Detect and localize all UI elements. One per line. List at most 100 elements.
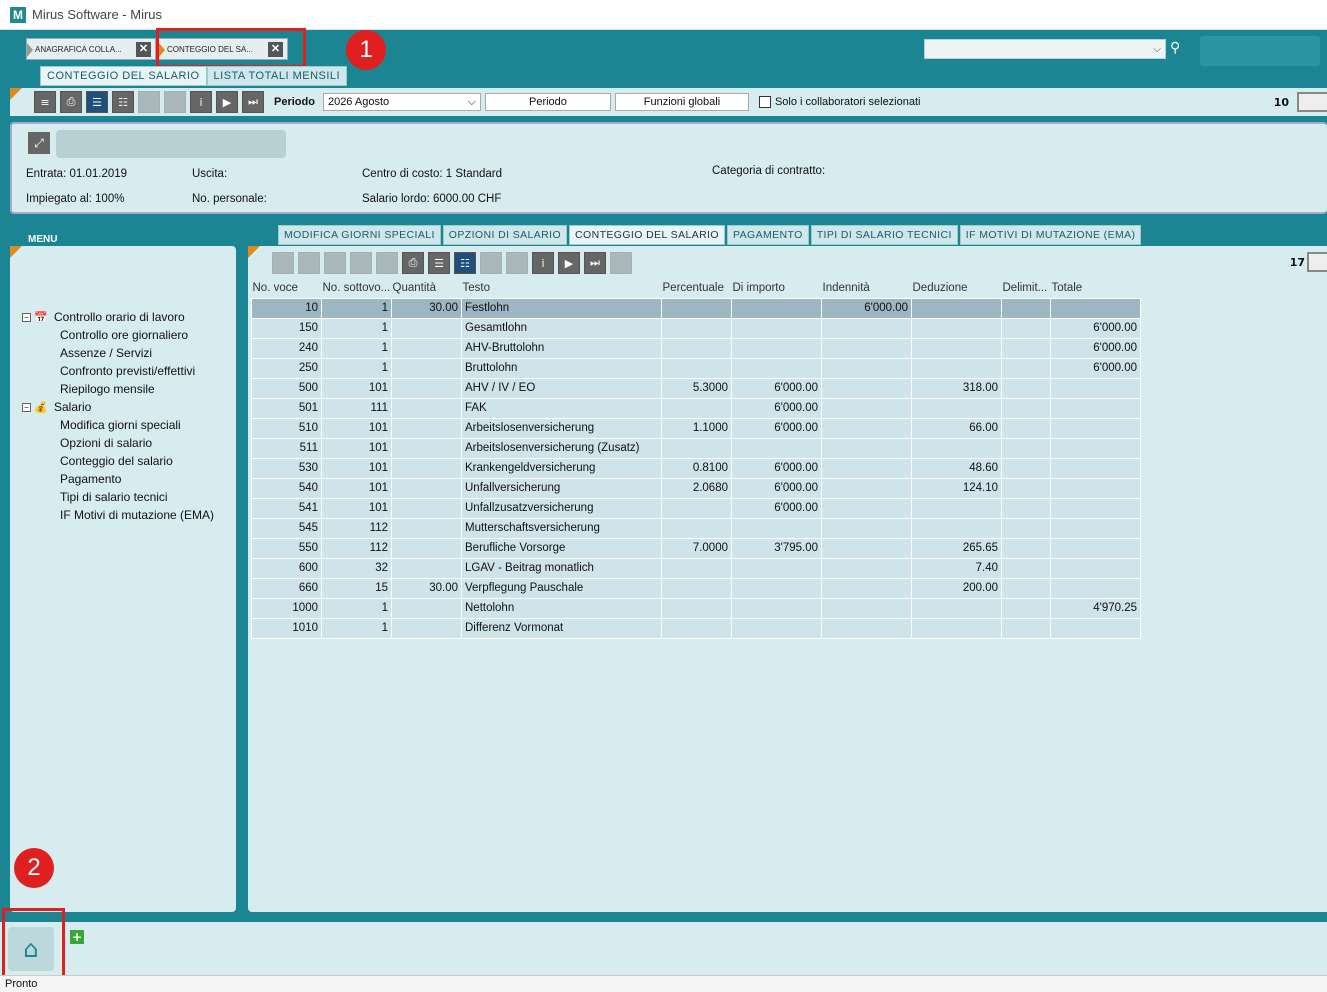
collapse-icon[interactable]: − bbox=[22, 402, 31, 412]
search-combobox[interactable]: ⌵ bbox=[924, 39, 1166, 59]
table-row[interactable]: 545 112 Mutterschaftsversicherung bbox=[251, 517, 1141, 539]
table-row[interactable]: 1010 1 Differenz Vormonat bbox=[251, 617, 1141, 639]
previous-record-icon[interactable] bbox=[164, 91, 186, 113]
export-icon[interactable] bbox=[610, 252, 632, 274]
column-header[interactable]: No. voce bbox=[252, 278, 322, 298]
next-record-icon[interactable]: ▶ bbox=[216, 91, 238, 113]
tree-group-controllo-orario[interactable]: − 📅 Controllo orario di lavoro bbox=[22, 308, 214, 326]
table-cell bbox=[1001, 477, 1051, 499]
table-cell bbox=[1001, 577, 1051, 599]
new-record-icon[interactable] bbox=[272, 252, 294, 274]
table-row[interactable]: 550 112 Berufliche Vorsorge 7.0000 3'795.00 2… bbox=[251, 537, 1141, 559]
tab-lista-totali-mensili[interactable]: LISTA TOTALI MENSILI bbox=[206, 66, 348, 86]
copy-record-icon[interactable] bbox=[298, 252, 320, 274]
tree-item-confronto[interactable]: Confronto previsti/effettivi bbox=[22, 362, 214, 380]
column-header[interactable]: Deduzione bbox=[912, 278, 1002, 298]
last-record-icon[interactable]: ⏭ bbox=[584, 252, 606, 274]
tree-item-if-motivi[interactable]: IF Motivi di mutazione (EMA) bbox=[22, 506, 214, 524]
table-row[interactable]: 10 1 30.00 Festlohn 6'000.00 bbox=[251, 297, 1141, 319]
tree-item-tipi-salario[interactable]: Tipi di salario tecnici bbox=[22, 488, 214, 506]
close-icon[interactable]: ✕ bbox=[136, 42, 151, 57]
column-header[interactable]: Totale bbox=[1051, 278, 1141, 298]
first-record-icon[interactable] bbox=[138, 91, 160, 113]
tree-item-assenze[interactable]: Assenze / Servizi bbox=[22, 344, 214, 362]
table-cell bbox=[1050, 437, 1141, 459]
column-header[interactable]: Testo bbox=[462, 278, 662, 298]
table-row[interactable]: 510 101 Arbeitslosenversicherung 1.1000 6'00… bbox=[251, 417, 1141, 439]
table-row[interactable]: 511 101 Arbeitslosenversicherung (Zusatz) bbox=[251, 437, 1141, 459]
table-cell bbox=[1001, 377, 1051, 399]
tree-item-opzioni-salario[interactable]: Opzioni di salario bbox=[22, 434, 214, 452]
table-cell bbox=[1050, 457, 1141, 479]
print-icon[interactable]: ⎙ bbox=[402, 252, 424, 274]
employee-info-panel: ⤢ Entrata: 01.01.2019 Uscita: Centro di … bbox=[10, 122, 1327, 214]
periodo-button[interactable]: Periodo bbox=[484, 93, 611, 111]
column-header[interactable]: Indennità bbox=[822, 278, 912, 298]
tab-conteggio-del-salario-content[interactable]: CONTEGGIO DEL SALARIO bbox=[569, 225, 725, 245]
table-row[interactable]: 501 111 FAK 6'000.00 bbox=[251, 397, 1141, 419]
list-view-icon[interactable]: ☷ bbox=[112, 91, 134, 113]
table-row[interactable]: 660 15 30.00 Verpflegung Pauschale 200.00 bbox=[251, 577, 1141, 599]
first-record-icon[interactable] bbox=[480, 252, 502, 274]
table-row[interactable]: 240 1 AHV-Bruttolohn 6'000.00 bbox=[251, 337, 1141, 359]
scroll-handle[interactable] bbox=[1297, 92, 1327, 112]
column-header[interactable]: Di importo bbox=[732, 278, 822, 298]
scroll-handle[interactable] bbox=[1307, 252, 1327, 272]
tree-group-salario[interactable]: − 💰 Salario bbox=[22, 398, 214, 416]
doc-tab-anagrafica[interactable]: ANAGRAFICA COLLA... ✕ bbox=[26, 38, 156, 60]
table-cell bbox=[391, 317, 462, 339]
list-view-icon[interactable]: ☷ bbox=[454, 252, 476, 274]
table-row[interactable]: 600 32 LGAV - Beitrag monatlich 7.40 bbox=[251, 557, 1141, 579]
table-row[interactable]: 250 1 Bruttolohn 6'000.00 bbox=[251, 357, 1141, 379]
tree-item-pagamento[interactable]: Pagamento bbox=[22, 470, 214, 488]
delete-icon[interactable] bbox=[376, 252, 398, 274]
tree-item-controllo-ore[interactable]: Controllo ore giornaliero bbox=[22, 326, 214, 344]
expand-icon[interactable]: ⤢ bbox=[28, 132, 50, 154]
table-row[interactable]: 530 101 Krankengeldversicherung 0.8100 6'000… bbox=[251, 457, 1141, 479]
numero-personale-text: No. personale: bbox=[192, 193, 267, 205]
periodo-select[interactable]: 2026 Agosto ⌵ bbox=[322, 93, 481, 111]
detail-view-icon[interactable]: ☰ bbox=[428, 252, 450, 274]
tab-tipi-di-salario-tecnici[interactable]: TIPI DI SALARIO TECNICI bbox=[810, 225, 958, 245]
column-header[interactable]: Delimit... bbox=[1002, 278, 1051, 298]
table-row[interactable]: 1000 1 Nettolohn 4'970.25 bbox=[251, 597, 1141, 619]
tab-if-motivi-di-mutazione[interactable]: IF MOTIVI DI MUTAZIONE (EMA) bbox=[959, 225, 1142, 245]
tree-item-modifica-giorni[interactable]: Modifica giorni speciali bbox=[22, 416, 214, 434]
previous-record-icon[interactable] bbox=[506, 252, 528, 274]
filter-icon[interactable]: ≡ bbox=[34, 91, 56, 113]
info-icon[interactable]: i bbox=[190, 91, 212, 113]
edit-record-icon[interactable] bbox=[324, 252, 346, 274]
tab-conteggio-del-salario[interactable]: CONTEGGIO DEL SALARIO bbox=[40, 66, 207, 86]
next-record-icon[interactable]: ▶ bbox=[558, 252, 580, 274]
column-header[interactable]: Quantità bbox=[392, 278, 462, 298]
categoria-contratto-text: Categoria di contratto: bbox=[712, 165, 826, 177]
print-icon[interactable]: ⎙ bbox=[60, 91, 82, 113]
table-cell bbox=[821, 557, 912, 579]
info-icon[interactable]: i bbox=[532, 252, 554, 274]
save-icon[interactable] bbox=[350, 252, 372, 274]
tree-item-conteggio-salario[interactable]: Conteggio del salario bbox=[22, 452, 214, 470]
table-cell: 200.00 bbox=[911, 577, 1002, 599]
table-row[interactable]: 540 101 Unfallversicherung 2.0680 6'000.00 12… bbox=[251, 477, 1141, 499]
funzioni-globali-button[interactable]: Funzioni globali bbox=[614, 93, 749, 111]
add-icon[interactable]: + bbox=[70, 930, 84, 944]
tab-modifica-giorni-speciali[interactable]: MODIFICA GIORNI SPECIALI bbox=[278, 225, 441, 245]
solo-collaboratori-checkbox[interactable] bbox=[758, 96, 771, 108]
detail-view-icon[interactable]: ☰ bbox=[86, 91, 108, 113]
column-header[interactable]: Percentuale bbox=[662, 278, 732, 298]
tab-pagamento[interactable]: PAGAMENTO bbox=[727, 225, 809, 245]
table-cell: 240 bbox=[251, 337, 322, 359]
tab-opzioni-di-salario[interactable]: OPZIONI DI SALARIO bbox=[442, 225, 568, 245]
search-icon[interactable]: ⚲ bbox=[1170, 40, 1180, 56]
tree-item-riepilogo[interactable]: Riepilogo mensile bbox=[22, 380, 214, 398]
table-cell: Differenz Vormonat bbox=[461, 617, 662, 639]
table-cell: 660 bbox=[251, 577, 322, 599]
table-row[interactable]: 500 101 AHV / IV / EO 5.3000 6'000.00 318.00 bbox=[251, 377, 1141, 399]
table-row[interactable]: 541 101 Unfallzusatzversicherung 6'000.00 bbox=[251, 497, 1141, 519]
table-row[interactable]: 150 1 Gesamtlohn 6'000.00 bbox=[251, 317, 1141, 339]
collapse-icon[interactable]: − bbox=[22, 312, 31, 322]
table-cell bbox=[1001, 617, 1051, 639]
column-header[interactable]: No. sottovo... bbox=[322, 278, 392, 298]
last-record-icon[interactable]: ⏭ bbox=[242, 91, 264, 113]
table-cell bbox=[911, 337, 1002, 359]
